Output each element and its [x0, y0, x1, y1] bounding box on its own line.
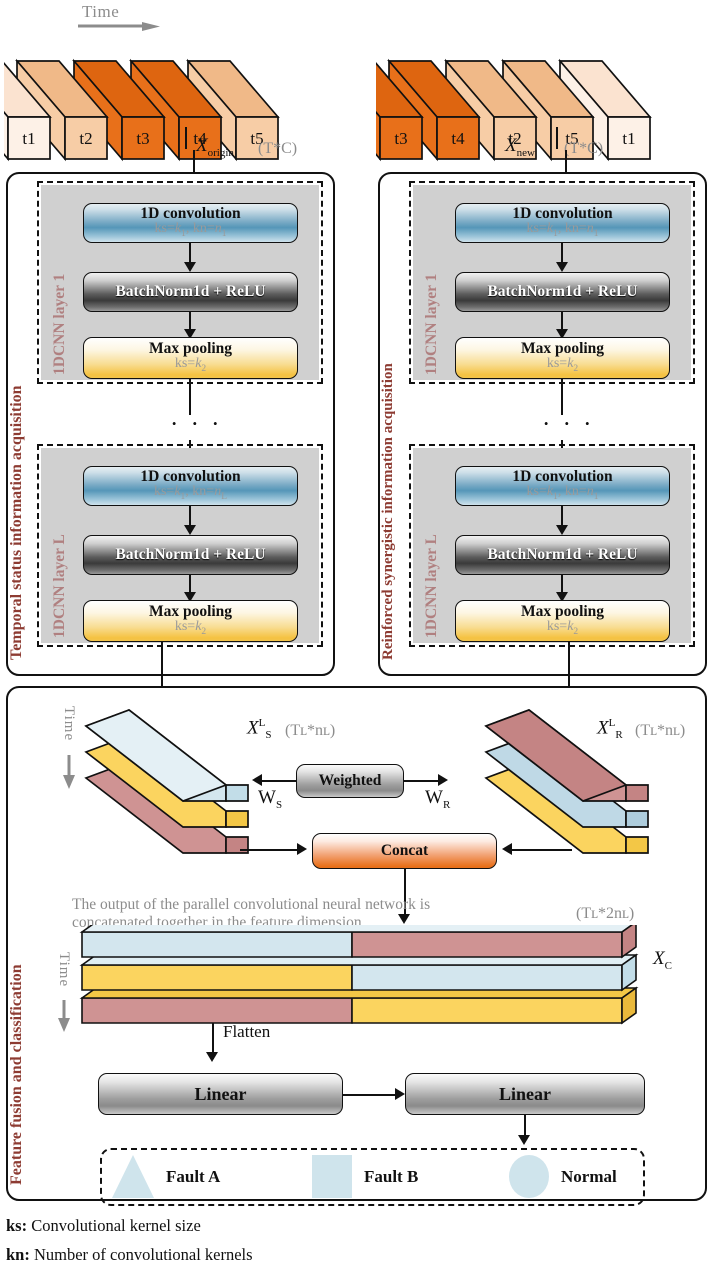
right-layerL-bn-box[interactable]: BatchNorm1d + ReLU	[455, 535, 670, 575]
left-prism-label: t1	[22, 129, 35, 148]
left-prism-label: t2	[79, 129, 92, 148]
left-layerL-conv-box[interactable]: 1D convolution ks=k1, kn=nL	[83, 466, 298, 506]
footnote-kn: kn: Number of convolutional kernels	[6, 1245, 253, 1265]
right-slab-to-concat-line	[512, 849, 572, 852]
wr-label: WR	[425, 787, 451, 811]
left-layer1-label: 1DCNN layer 1	[51, 273, 68, 375]
triangle-icon	[112, 1155, 154, 1198]
x-new-dim: (T*C)	[564, 140, 604, 157]
linear1-to-linear2-head	[395, 1088, 405, 1100]
panel-feature-fusion-label: Feature fusion and classification	[8, 964, 25, 1185]
xs-dim: (Tʟ*nʟ)	[285, 722, 336, 739]
fusion-time-label-left: Time	[61, 706, 77, 742]
right-prism-label: t1	[622, 129, 635, 148]
left-layerL-pool-params: ks=k2	[174, 619, 207, 638]
right-layer1-pool-box[interactable]: Max pooling ks=k2	[455, 337, 670, 379]
left-layer1-conv-box[interactable]: 1D convolution ks=k1, kn=n1	[83, 203, 298, 243]
footnote-kn-text: Number of convolutional kernels	[29, 1245, 253, 1264]
left-layer1-bn-box[interactable]: BatchNorm1d + ReLU	[83, 272, 298, 312]
right-prism-label: t4	[451, 129, 465, 148]
xr-dim: (Tʟ*nʟ)	[635, 722, 686, 739]
linear1-box[interactable]: Linear	[98, 1073, 343, 1115]
fusion-time-arrow-bottom-icon	[58, 1000, 70, 1032]
linear2-out-head	[518, 1135, 530, 1145]
right-l1-out-line	[561, 379, 564, 415]
concat-block-xc	[79, 925, 639, 1025]
left-slab-to-concat-head	[297, 843, 307, 855]
right-layer1-conv-box[interactable]: 1D convolution ks=k1, kn=n1	[455, 203, 670, 243]
right-layerL-pool-box[interactable]: Max pooling ks=k2	[455, 600, 670, 642]
right-layer1-pool-params: ks=k2	[546, 356, 579, 375]
left-lL-c2b-head	[184, 525, 196, 535]
right-layer1-conv-params: ks=k1, kn=n1	[526, 221, 599, 240]
xs-label: XLS	[247, 717, 272, 742]
weighted-left-line	[262, 780, 296, 783]
right-layerL-pool-params: ks=k2	[546, 619, 579, 638]
input-sequence-new: t1 t5 t2 t4 t3	[330, 28, 710, 163]
xc-dim: (Tʟ*2nʟ)	[576, 905, 635, 922]
concat-box[interactable]: Concat	[312, 833, 497, 869]
left-l1-out-line	[189, 379, 192, 415]
weighted-right-head	[438, 774, 448, 786]
weighted-box[interactable]: Weighted	[296, 764, 404, 798]
linear2-box[interactable]: Linear	[405, 1073, 645, 1115]
legend-label-fault-b: Fault B	[364, 1166, 419, 1186]
x-new-tick	[556, 127, 559, 149]
xr-label: XLR	[597, 717, 623, 742]
legend-label-normal: Normal	[561, 1166, 617, 1186]
x-origin-label: Xorigin	[196, 135, 234, 159]
time-axis-label: Time	[82, 2, 120, 21]
right-layerL-conv-params: ks=k1, kn=n1	[526, 484, 599, 503]
circle-icon	[509, 1155, 549, 1198]
flatten-label: Flatten	[223, 1022, 271, 1041]
left-l1-c2b-head	[184, 262, 196, 272]
legend-item-fault-b: Fault B	[312, 1155, 418, 1198]
left-slab-to-concat-line	[240, 849, 297, 852]
weighted-left-head	[252, 774, 262, 786]
ws-label: WS	[258, 787, 283, 811]
square-icon	[312, 1155, 352, 1198]
x-new-label: Xnew	[505, 135, 535, 159]
right-layer1-label: 1DCNN layer 1	[423, 273, 440, 375]
weighted-right-line	[404, 780, 438, 783]
left-layerL-label: 1DCNN layer L	[51, 534, 68, 638]
left-layer1-pool-params: ks=k2	[174, 356, 207, 375]
left-layerL-pool-box[interactable]: Max pooling ks=k2	[83, 600, 298, 642]
left-layer1-conv-params: ks=k1, kn=n1	[154, 221, 227, 240]
right-layerL-label: 1DCNN layer L	[423, 534, 440, 638]
footnote-kn-key: kn:	[6, 1245, 30, 1264]
slab-xs-left	[84, 709, 249, 854]
right-layer1-bn-box[interactable]: BatchNorm1d + ReLU	[455, 272, 670, 312]
right-prism-label: t3	[394, 129, 407, 148]
right-prism-group: t1t5t2t4t3	[330, 58, 652, 162]
left-branch-ellipsis: · · ·	[170, 411, 223, 438]
right-lL-c2b-head	[556, 525, 568, 535]
footnote-ks: ks: Convolutional kernel size	[6, 1216, 201, 1236]
left-layer1-pool-box[interactable]: Max pooling ks=k2	[83, 337, 298, 379]
linear1-to-linear2-line	[343, 1094, 395, 1097]
right-l1-c2b-head	[556, 262, 568, 272]
left-prism-label: t3	[136, 129, 149, 148]
right-layerL-conv-box[interactable]: 1D convolution ks=k1, kn=n1	[455, 466, 670, 506]
right-branch-ellipsis: · · ·	[542, 411, 595, 438]
fusion-time-label-bottom: Time	[56, 952, 72, 988]
panel-temporal-branch-label: Temporal status information acquisition	[8, 385, 25, 660]
x-origin-dim: (T*C)	[258, 140, 298, 157]
footnote-ks-key: ks:	[6, 1216, 28, 1235]
legend-item-normal: Normal	[509, 1155, 617, 1198]
xc-label: XC	[653, 948, 672, 972]
right-slab-to-concat-head	[502, 843, 512, 855]
footnote-ks-text: Convolutional kernel size	[27, 1216, 201, 1235]
left-layerL-conv-params: ks=k1, kn=nL	[153, 484, 228, 503]
fusion-time-arrow-left-icon	[63, 755, 75, 789]
legend-label-fault-a: Fault A	[166, 1166, 221, 1186]
flatten-head	[206, 1052, 218, 1062]
panel-reinforced-branch-label: Reinforced synergistic information acqui…	[380, 363, 396, 660]
x-origin-tick	[185, 127, 188, 149]
left-layerL-bn-box[interactable]: BatchNorm1d + ReLU	[83, 535, 298, 575]
legend-item-fault-a: Fault A	[112, 1155, 220, 1198]
